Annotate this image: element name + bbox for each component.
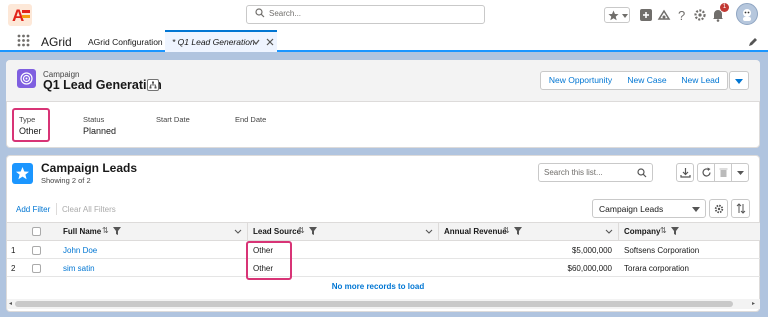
star-person-icon — [16, 167, 29, 180]
gear-icon — [714, 204, 724, 214]
filter-divider — [56, 203, 57, 215]
row-checkbox[interactable] — [32, 264, 41, 273]
column-divider — [618, 222, 619, 241]
start-date-field-label: Start Date — [156, 115, 190, 124]
global-create-icon[interactable] — [639, 8, 653, 22]
refresh-icon — [702, 167, 711, 177]
end-date-field-label: End Date — [235, 115, 267, 124]
status-field-label: Status — [83, 115, 105, 124]
column-header-lead-source[interactable]: Lead Source — [253, 227, 301, 236]
scrollbar-thumb[interactable] — [15, 301, 733, 307]
export-button[interactable] — [676, 163, 694, 182]
list-view-selected: Campaign Leads — [599, 204, 664, 214]
filter-icon[interactable] — [671, 227, 679, 235]
filter-icon[interactable] — [113, 227, 121, 235]
tab-chevron-down-icon[interactable] — [252, 39, 260, 45]
type-field-value: Other — [19, 126, 42, 136]
list-search-input[interactable]: Search this list... — [538, 163, 653, 182]
add-filter-link[interactable]: Add Filter — [16, 205, 50, 214]
company-cell: Torara corporation — [624, 264, 689, 273]
column-menu-chevron-icon[interactable] — [425, 229, 433, 234]
row-number: 2 — [11, 264, 16, 273]
annual-revenue-cell: $5,000,000 — [571, 246, 612, 255]
select-all-checkbox[interactable] — [32, 227, 41, 236]
new-lead-button[interactable]: New Lead — [674, 71, 728, 90]
column-header-full-name[interactable]: Full Name — [63, 227, 101, 236]
user-avatar[interactable] — [736, 3, 758, 25]
sort-icon[interactable]: ⇅ — [298, 226, 305, 235]
chevron-down-icon — [622, 14, 628, 18]
tab-agrid-configuration[interactable]: AGrid Configuration — [88, 37, 163, 47]
lead-name-link[interactable]: sim satin — [63, 264, 95, 273]
sort-arrows-icon — [736, 203, 746, 214]
lead-name-link[interactable]: John Doe — [63, 246, 97, 255]
chevron-down-icon — [735, 79, 743, 84]
lead-source-highlight — [246, 241, 292, 280]
sort-icon[interactable]: ⇅ — [660, 226, 667, 235]
column-header-company[interactable]: Company — [624, 227, 660, 236]
view-hierarchy-button[interactable] — [147, 79, 159, 91]
new-opportunity-button[interactable]: New Opportunity — [540, 71, 621, 90]
column-divider — [247, 222, 248, 241]
favorites-button[interactable] — [604, 7, 630, 23]
lead-object-icon — [12, 163, 33, 184]
sort-icon[interactable]: ⇅ — [503, 226, 510, 235]
app-logo-icon[interactable]: A — [8, 4, 32, 26]
list-settings-button[interactable] — [709, 199, 728, 218]
list-actions-dropdown[interactable] — [731, 163, 749, 182]
search-icon — [637, 168, 647, 178]
row-checkbox[interactable] — [32, 246, 41, 255]
chevron-down-icon — [692, 207, 700, 212]
no-more-records-message: No more records to load — [331, 282, 425, 291]
chevron-down-icon — [737, 171, 744, 175]
trailhead-icon[interactable] — [657, 8, 671, 22]
company-cell: Softsens Corporation — [624, 246, 700, 255]
search-icon — [255, 8, 265, 18]
related-list-title: Campaign Leads — [41, 161, 138, 175]
record-title: Q1 Lead Generation — [43, 78, 162, 92]
target-icon — [20, 72, 33, 85]
help-icon[interactable]: ? — [675, 8, 689, 22]
hierarchy-icon — [149, 81, 157, 89]
svg-text:?: ? — [678, 8, 685, 22]
tab-close-icon[interactable] — [266, 38, 274, 46]
trash-icon — [719, 168, 728, 177]
delete-button[interactable] — [714, 163, 732, 182]
settings-gear-icon[interactable] — [693, 8, 707, 22]
scroll-left-arrow-icon[interactable]: ◂ — [9, 300, 12, 307]
sort-options-button[interactable] — [731, 199, 750, 218]
app-launcher-icon[interactable] — [17, 34, 30, 47]
new-case-button[interactable]: New Case — [620, 71, 675, 90]
list-search-placeholder: Search this list... — [544, 168, 603, 177]
annual-revenue-cell: $60,000,000 — [567, 264, 613, 273]
user-avatar-icon — [743, 9, 751, 21]
list-view-select[interactable]: Campaign Leads — [592, 199, 706, 218]
related-list-count: Showing 2 of 2 — [41, 176, 91, 185]
status-field-value: Planned — [83, 126, 117, 136]
tab-q1-lead-generation-label: * Q1 Lead Generation — [172, 37, 255, 47]
edit-nav-pencil-icon[interactable] — [748, 37, 758, 47]
column-menu-chevron-icon[interactable] — [234, 229, 242, 234]
app-name: AGrid — [41, 35, 72, 49]
refresh-button[interactable] — [697, 163, 715, 182]
filter-icon[interactable] — [514, 227, 522, 235]
global-search-placeholder: Search... — [269, 9, 302, 18]
clear-all-filters-link[interactable]: Clear All Filters — [62, 205, 116, 214]
type-field-highlight — [12, 108, 50, 142]
campaign-icon — [17, 69, 36, 88]
filter-icon[interactable] — [309, 227, 317, 235]
column-menu-chevron-icon[interactable] — [605, 229, 613, 234]
scroll-right-arrow-icon[interactable]: ▸ — [752, 300, 755, 307]
more-actions-dropdown[interactable] — [729, 71, 749, 90]
sort-icon[interactable]: ⇅ — [102, 226, 109, 235]
type-field-label: Type — [19, 115, 36, 124]
notification-count-badge: 1 — [720, 3, 729, 12]
column-header-annual-revenue[interactable]: Annual Revenue — [444, 227, 507, 236]
star-icon — [608, 10, 619, 21]
download-icon — [680, 168, 691, 178]
row-number: 1 — [11, 246, 16, 255]
column-divider — [438, 222, 439, 241]
